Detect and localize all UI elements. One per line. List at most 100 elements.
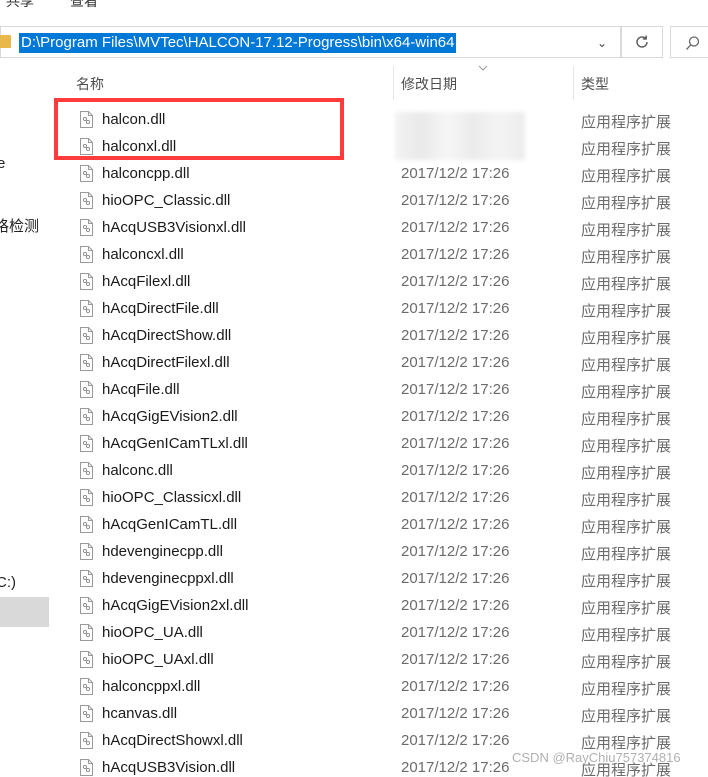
file-date: 2017/12/2 17:26	[401, 219, 510, 236]
file-row[interactable]: hAcqDirectFile.dll 2017/12/2 17:26 应用程序扩展	[0, 297, 708, 324]
file-date: 2017/12/2 17:26	[401, 354, 510, 371]
file-name: hioOPC_Classic.dll	[102, 192, 231, 209]
file-date: 2017/12/2 17:26	[401, 408, 510, 425]
file-name: hAcqDirectShowxl.dll	[102, 732, 243, 749]
file-date: 2017/12/2 17:26	[401, 435, 510, 452]
file-type: 应用程序扩展	[581, 303, 672, 320]
file-type: 应用程序扩展	[581, 330, 672, 347]
file-type: 应用程序扩展	[581, 438, 672, 455]
file-date: 2017/12/2 17:26	[401, 246, 510, 263]
file-type: 应用程序扩展	[581, 195, 672, 212]
file-row[interactable]: hdevenginecpp.dll 2017/12/2 17:26 应用程序扩展	[0, 540, 708, 567]
column-header-date[interactable]: 修改日期	[401, 74, 457, 94]
dll-file-icon	[80, 597, 93, 614]
file-row[interactable]: hAcqGigEVision2.dll 2017/12/2 17:26 应用程序扩展	[0, 405, 708, 432]
file-row[interactable]: hAcqDirectFilexl.dll 2017/12/2 17:26 应用程序扩…	[0, 351, 708, 378]
file-type: 应用程序扩展	[581, 465, 672, 482]
file-row[interactable]: hAcqUSB3Visionxl.dll 2017/12/2 17:26 应用程序扩…	[0, 216, 708, 243]
dll-file-icon	[80, 354, 93, 371]
file-row[interactable]: halconcppxl.dll 2017/12/2 17:26 应用程序扩展	[0, 675, 708, 702]
file-name: hioOPC_UA.dll	[102, 624, 203, 641]
file-type: 应用程序扩展	[581, 600, 672, 617]
file-date: 2017/12/2 17:26	[401, 381, 510, 398]
column-divider[interactable]	[393, 66, 394, 100]
file-type: 应用程序扩展	[581, 519, 672, 536]
file-type: 应用程序扩展	[581, 384, 672, 401]
dll-file-icon	[80, 381, 93, 398]
file-type: 应用程序扩展	[581, 411, 672, 428]
file-list: halcon.dll 应用程序扩展 halconxl.dll 应用程序扩展 halcon…	[0, 108, 708, 777]
file-type: 应用程序扩展	[581, 546, 672, 563]
dll-file-icon	[80, 489, 93, 506]
file-type: 应用程序扩展	[581, 114, 672, 131]
file-row[interactable]: halconc.dll 2017/12/2 17:26 应用程序扩展	[0, 459, 708, 486]
address-bar[interactable]: D:\Program Files\MVTec\HALCON-17.12-Prog…	[0, 26, 621, 58]
file-row[interactable]: hioOPC_UAxl.dll 2017/12/2 17:26 应用程序扩展	[0, 648, 708, 675]
ribbon-tab-share[interactable]: 共享	[6, 0, 34, 11]
file-row[interactable]: hAcqFile.dll 2017/12/2 17:26 应用程序扩展	[0, 378, 708, 405]
file-date: 2017/12/2 17:26	[401, 678, 510, 695]
column-header-type[interactable]: 类型	[581, 74, 609, 94]
file-name: hdevenginecpp.dll	[102, 543, 223, 560]
file-type: 应用程序扩展	[581, 573, 672, 590]
dll-file-icon	[80, 300, 93, 317]
file-row[interactable]: hAcqFilexl.dll 2017/12/2 17:26 应用程序扩展	[0, 270, 708, 297]
file-date: 2017/12/2 17:26	[401, 192, 510, 209]
dll-file-icon	[80, 543, 93, 560]
file-date: 2017/12/2 17:26	[401, 165, 510, 182]
file-date: 2017/12/2 17:26	[401, 273, 510, 290]
dll-file-icon	[80, 624, 93, 641]
file-row[interactable]: hAcqDirectShow.dll 2017/12/2 17:26 应用程序扩展	[0, 324, 708, 351]
file-row[interactable]: hioOPC_Classicxl.dll 2017/12/2 17:26 应用程序扩…	[0, 486, 708, 513]
file-name: hAcqUSB3Visionxl.dll	[102, 219, 246, 236]
file-name: hAcqDirectShow.dll	[102, 327, 232, 344]
file-name: hAcqFile.dll	[102, 381, 180, 398]
dll-file-icon	[80, 327, 93, 344]
file-name: hAcqGigEVision2.dll	[102, 408, 238, 425]
file-date: 2017/12/2 17:26	[401, 327, 510, 344]
file-type: 应用程序扩展	[581, 222, 672, 239]
file-row[interactable]: hAcqGenICamTLxl.dll 2017/12/2 17:26 应用程序扩展	[0, 432, 708, 459]
refresh-icon	[636, 35, 648, 48]
dll-file-icon	[80, 192, 93, 209]
address-path[interactable]: D:\Program Files\MVTec\HALCON-17.12-Prog…	[19, 33, 457, 53]
file-type: 应用程序扩展	[581, 708, 672, 725]
ribbon-tab-view[interactable]: 查看	[70, 0, 98, 11]
redacted-dates	[395, 112, 525, 160]
file-date: 2017/12/2 17:26	[401, 543, 510, 560]
file-name: halconc.dll	[102, 462, 173, 479]
folder-icon	[0, 35, 11, 48]
column-header-name[interactable]: 名称	[76, 74, 104, 94]
column-divider[interactable]	[573, 66, 574, 100]
file-row[interactable]: hAcqGigEVision2xl.dll 2017/12/2 17:26 应用程序…	[0, 594, 708, 621]
dll-file-icon	[80, 408, 93, 425]
file-row[interactable]: hdevenginecppxl.dll 2017/12/2 17:26 应用程序扩展	[0, 567, 708, 594]
file-name: hAcqGigEVision2xl.dll	[102, 597, 249, 614]
file-type: 应用程序扩展	[581, 276, 672, 293]
search-input[interactable]	[670, 26, 708, 58]
file-type: 应用程序扩展	[581, 627, 672, 644]
chevron-down-icon[interactable]: ⌄	[592, 33, 612, 53]
file-row[interactable]: halconcxl.dll 2017/12/2 17:26 应用程序扩展	[0, 243, 708, 270]
highlight-box	[54, 98, 344, 160]
file-name: halconcppxl.dll	[102, 678, 201, 695]
file-name: hAcqGenICamTL.dll	[102, 516, 238, 533]
file-date: 2017/12/2 17:26	[401, 705, 510, 722]
file-date: 2017/12/2 17:26	[401, 300, 510, 317]
file-date: 2017/12/2 17:26	[401, 516, 510, 533]
file-type: 应用程序扩展	[581, 249, 672, 266]
dll-file-icon	[80, 516, 93, 533]
file-row[interactable]: hioOPC_Classic.dll 2017/12/2 17:26 应用程序扩展	[0, 189, 708, 216]
file-date: 2017/12/2 17:26	[401, 462, 510, 479]
file-type: 应用程序扩展	[581, 141, 672, 158]
dll-file-icon	[80, 678, 93, 695]
file-row[interactable]: hcanvas.dll 2017/12/2 17:26 应用程序扩展	[0, 702, 708, 729]
file-row[interactable]: hioOPC_UA.dll 2017/12/2 17:26 应用程序扩展	[0, 621, 708, 648]
refresh-button[interactable]	[621, 26, 663, 58]
file-row[interactable]: hAcqGenICamTL.dll 2017/12/2 17:26 应用程序扩展	[0, 513, 708, 540]
file-name: halconcpp.dll	[102, 165, 190, 182]
file-date: 2017/12/2 17:26	[401, 597, 510, 614]
search-icon	[686, 36, 700, 50]
file-row[interactable]: halconcpp.dll 2017/12/2 17:26 应用程序扩展	[0, 162, 708, 189]
dll-file-icon	[80, 651, 93, 668]
